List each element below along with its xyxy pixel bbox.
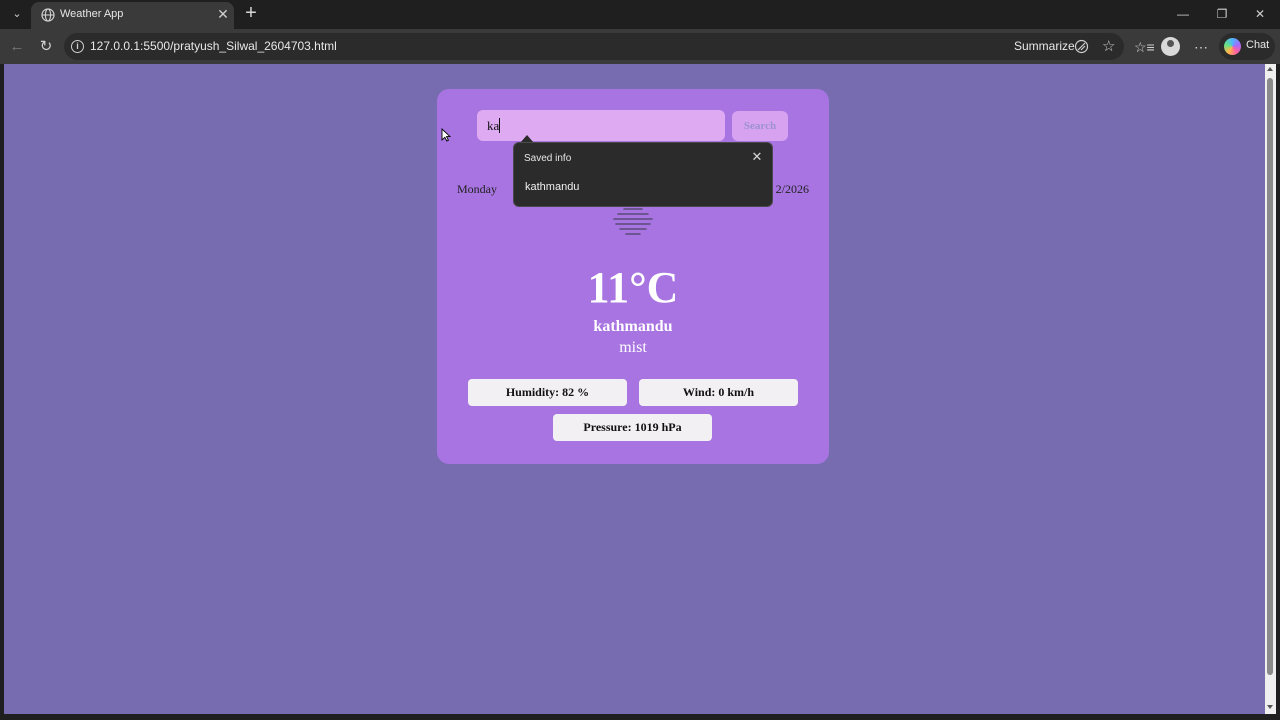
browser-tab[interactable]: Weather App ✕ (31, 2, 234, 29)
summarize-icon[interactable] (1074, 39, 1089, 54)
more-options-icon[interactable]: ⋯ (1194, 37, 1208, 57)
humidity-stat: Humidity: 82 % (468, 379, 627, 406)
address-bar[interactable]: i 127.0.0.1:5500/pratyush_Silwal_2604703… (64, 33, 1124, 60)
globe-icon (41, 8, 55, 22)
temperature-value: 11°C (587, 263, 679, 312)
wind-stat: Wind: 0 km/h (639, 379, 798, 406)
back-arrow-icon[interactable]: ← (7, 37, 27, 57)
weather-condition: mist (619, 339, 647, 356)
city-name: kathmandu (593, 318, 673, 335)
window-bottom-border (0, 714, 1280, 720)
browser-tabbar: ⌄ Weather App ✕ + — ❐ ✕ (0, 0, 1280, 29)
autofill-suggestion-item[interactable]: kathmandu (525, 181, 579, 193)
reload-icon[interactable]: ↻ (36, 37, 56, 57)
page-scrollbar[interactable] (1265, 64, 1276, 714)
autofill-popup-title: Saved info (524, 153, 572, 164)
favorite-star-icon[interactable]: ☆ (1102, 37, 1115, 55)
url-text: 127.0.0.1:5500/pratyush_Silwal_2604703.h… (90, 39, 337, 53)
day-label: Monday (457, 182, 497, 196)
browser-toolbar: ← ↻ i 127.0.0.1:5500/pratyush_Silwal_260… (0, 29, 1280, 64)
tab-title: Weather App (60, 8, 124, 20)
scroll-thumb[interactable] (1267, 78, 1273, 675)
autofill-popup: Saved info ✕ kathmandu (513, 142, 773, 207)
date-label: 2/2026 (775, 182, 809, 196)
favorites-icon[interactable]: ☆≡ (1134, 37, 1155, 57)
copilot-chat-button[interactable]: Chat (1219, 33, 1275, 60)
chat-label: Chat (1246, 39, 1270, 51)
scroll-up-arrow-icon[interactable] (1267, 67, 1273, 71)
tab-close-icon[interactable]: ✕ (215, 6, 231, 22)
restore-icon[interactable]: ❐ (1213, 5, 1231, 23)
tab-list-dropdown-icon[interactable]: ⌄ (6, 4, 28, 24)
new-tab-icon[interactable]: + (241, 3, 261, 24)
minimize-icon[interactable]: — (1174, 5, 1192, 23)
city-search-input[interactable] (477, 110, 725, 141)
autofill-close-icon[interactable]: ✕ (750, 150, 764, 164)
summarize-button[interactable]: Summarize (1014, 39, 1075, 53)
search-button[interactable]: Search (732, 111, 788, 141)
window-close-icon[interactable]: ✕ (1251, 5, 1269, 23)
mouse-cursor-icon (441, 128, 451, 142)
mist-icon (613, 208, 653, 235)
pressure-stat: Pressure: 1019 hPa (553, 414, 712, 441)
site-info-icon[interactable]: i (71, 40, 84, 53)
text-caret (499, 118, 500, 133)
profile-avatar[interactable] (1161, 37, 1180, 56)
scroll-down-arrow-icon[interactable] (1267, 705, 1273, 709)
copilot-icon (1224, 38, 1241, 55)
